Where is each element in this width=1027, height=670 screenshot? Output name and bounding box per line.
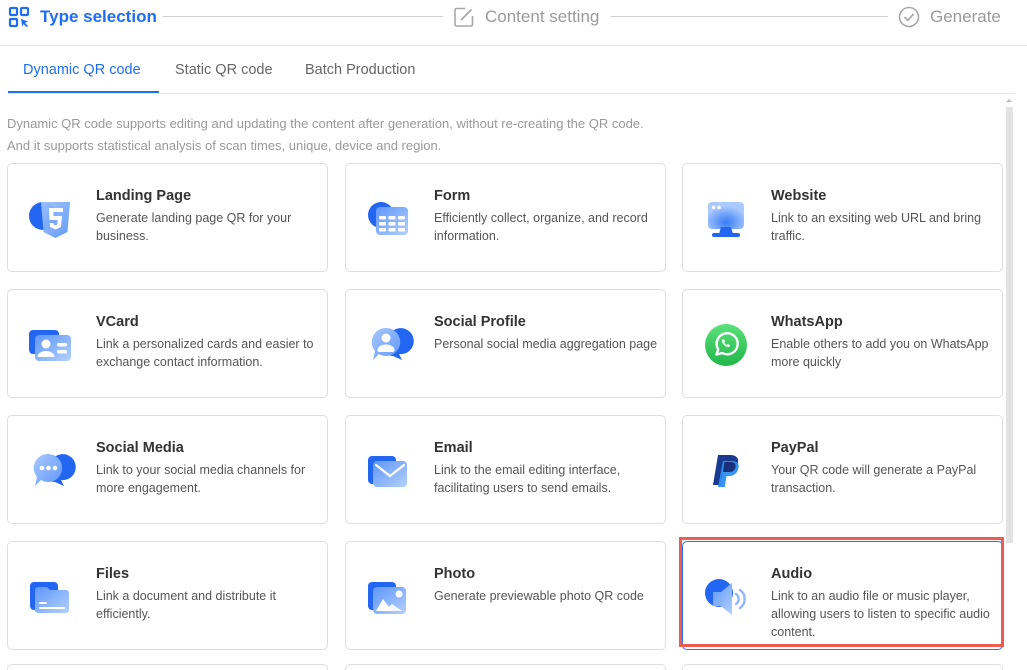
edit-icon <box>453 6 475 28</box>
card-title: Landing Page <box>96 188 192 204</box>
card-partial[interactable] <box>345 664 666 670</box>
card-title: Social Profile <box>434 314 526 330</box>
card-landing-page[interactable]: Landing Page Generate landing page QR fo… <box>7 163 328 272</box>
tab-batch-production[interactable]: Batch Production <box>305 62 415 78</box>
qr-type-tabs: Dynamic QR code Static QR code Batch Pro… <box>8 47 1015 94</box>
card-title: Website <box>771 188 827 204</box>
html5-icon <box>26 194 76 244</box>
contact-card-icon <box>26 320 76 370</box>
card-files[interactable]: Files Link a document and distribute it … <box>7 541 328 650</box>
card-paypal[interactable]: PayPal Your QR code will generate a PayP… <box>682 415 1003 524</box>
card-subtitle: Personal social media aggregation page <box>434 337 658 351</box>
description-line-1: Dynamic QR code supports editing and upd… <box>7 116 644 131</box>
step-content-setting[interactable]: Content setting <box>453 5 599 29</box>
card-website[interactable]: Website Link to an exsiting web URL and … <box>682 163 1003 272</box>
card-title: PayPal <box>771 440 819 456</box>
step-generate[interactable]: Generate <box>898 5 1001 29</box>
card-audio[interactable]: Audio Link to an audio file or music pla… <box>682 541 1003 650</box>
card-title: Audio <box>771 566 813 582</box>
active-tab-indicator <box>8 91 159 93</box>
card-subtitle: Link to an audio file or music player, a… <box>771 589 990 639</box>
card-title: VCard <box>96 314 139 330</box>
card-subtitle: Link to your social media channels for m… <box>96 463 306 495</box>
card-title: Social Media <box>96 440 184 456</box>
tab-description: Dynamic QR code supports editing and upd… <box>7 113 644 157</box>
folder-icon <box>26 572 76 622</box>
card-subtitle: Link a document and distribute it effici… <box>96 589 276 621</box>
card-form[interactable]: Form Efficiently collect, organize, and … <box>345 163 666 272</box>
card-title: WhatsApp <box>771 314 843 330</box>
speaker-icon <box>701 572 751 622</box>
tab-dynamic-qr-code[interactable]: Dynamic QR code <box>23 62 141 78</box>
card-subtitle: Your QR code will generate a PayPal tran… <box>771 463 977 495</box>
step-label: Type selection <box>40 7 157 26</box>
card-title: Form <box>434 188 471 204</box>
envelope-icon <box>364 446 414 496</box>
profile-chat-icon <box>364 320 414 370</box>
card-partial[interactable] <box>7 664 328 670</box>
card-whatsapp[interactable]: WhatsApp Enable others to add you on Wha… <box>682 289 1003 398</box>
card-subtitle: Generate landing page QR for your busine… <box>96 211 292 243</box>
card-vcard[interactable]: VCard Link a personalized cards and easi… <box>7 289 328 398</box>
card-subtitle: Generate previewable photo QR code <box>434 589 644 603</box>
chat-bubbles-icon <box>26 446 76 496</box>
step-label: Content setting <box>485 7 600 26</box>
card-subtitle: Efficiently collect, organize, and recor… <box>434 211 648 243</box>
tab-static-qr-code[interactable]: Static QR code <box>175 62 273 78</box>
card-email[interactable]: Email Link to the email editing interfac… <box>345 415 666 524</box>
step-connector <box>163 16 443 17</box>
card-subtitle: Enable others to add you on WhatsApp mor… <box>771 337 989 369</box>
qr-select-icon <box>8 6 30 28</box>
scrollbar-thumb[interactable] <box>1006 107 1013 543</box>
description-line-2: And it supports statistical analysis of … <box>7 138 442 153</box>
card-subtitle: Link a personalized cards and easier to … <box>96 337 314 369</box>
card-subtitle: Link to the email editing interface, fac… <box>434 463 621 495</box>
card-title: Email <box>434 440 473 456</box>
check-circle-icon <box>898 6 920 28</box>
stepper: Type selection Content setting Generate <box>0 0 1027 46</box>
card-subtitle: Link to an exsiting web URL and bring tr… <box>771 211 982 243</box>
step-type-selection[interactable]: Type selection <box>8 5 157 29</box>
card-partial[interactable] <box>682 664 1003 670</box>
form-table-icon <box>364 194 414 244</box>
card-title: Photo <box>434 566 476 582</box>
paypal-icon <box>701 446 751 496</box>
whatsapp-icon <box>701 320 751 370</box>
card-photo[interactable]: Photo Generate previewable photo QR code <box>345 541 666 650</box>
monitor-icon <box>701 194 751 244</box>
step-connector <box>611 16 888 17</box>
card-social-profile[interactable]: Social Profile Personal social media agg… <box>345 289 666 398</box>
step-label: Generate <box>930 7 1001 26</box>
card-title: Files <box>96 566 130 582</box>
card-social-media[interactable]: Social Media Link to your social media c… <box>7 415 328 524</box>
vertical-scrollbar[interactable] <box>1005 95 1015 545</box>
photo-icon <box>364 572 414 622</box>
scroll-up-arrow-icon[interactable] <box>1006 99 1012 102</box>
